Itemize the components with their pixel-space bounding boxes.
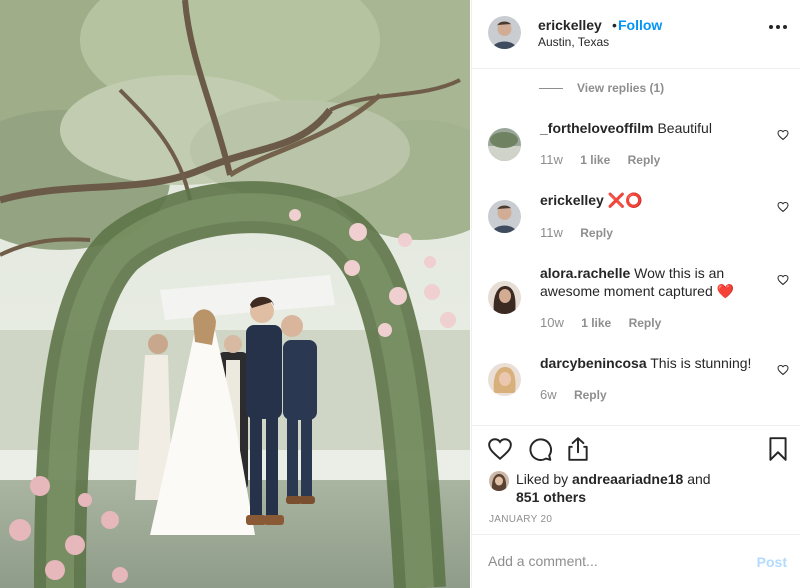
comment-heart-icon[interactable] [777,274,789,286]
reply-button[interactable]: Reply [574,388,607,402]
more-horizontal-icon[interactable] [769,25,787,31]
comment-username[interactable]: alora.rachelle [540,265,630,281]
commenter-avatar[interactable] [488,281,521,314]
comment-heart-icon[interactable] [777,129,789,141]
comment-username[interactable]: erickelley [540,192,604,208]
follow-button[interactable]: Follow [618,17,662,33]
share-icon[interactable] [565,436,591,462]
add-comment-bar: Post [472,534,800,588]
commenter-avatar[interactable] [488,200,521,233]
post-photo[interactable] [0,0,470,588]
commenter-avatar[interactable] [488,363,521,396]
comment-time[interactable]: 6w [540,387,557,402]
comment-icon[interactable] [527,436,553,462]
bookmark-icon[interactable] [765,436,791,462]
liker-username[interactable]: andreaariadne18 [572,471,683,487]
liked-by-prefix: Liked by [516,471,573,487]
wedding-photo [0,0,470,588]
post-comment-button[interactable]: Post [757,554,787,570]
comment-time[interactable]: 10w [540,315,564,330]
comment-heart-icon[interactable] [777,364,789,376]
author-avatar[interactable] [488,16,521,49]
comment-heart-icon[interactable] [777,201,789,213]
post-date[interactable]: JANUARY 20 [489,514,552,525]
comment-likes[interactable]: 1 like [581,316,611,330]
commenter-avatar[interactable] [488,128,521,161]
comment-text: Beautiful [657,120,712,136]
post-header: erickelley • Follow Austin, Texas [472,0,800,69]
comment-time[interactable]: 11w [540,152,563,167]
comment-text: This is stunning! [650,355,752,371]
comment-likes[interactable]: 1 like [580,153,610,167]
liked-by-and: and [683,471,711,487]
post-location[interactable]: Austin, Texas [538,35,609,49]
reply-button[interactable]: Reply [628,153,661,167]
comment-username[interactable]: _fortheloveoffilm [540,120,654,136]
heart-icon[interactable] [487,436,513,462]
author-username[interactable]: erickelley [538,17,602,33]
add-comment-input[interactable] [488,551,728,571]
comment-time[interactable]: 11w [540,225,563,240]
header-separator: • [612,17,617,33]
replies-divider-line [539,88,563,89]
view-replies-label: View replies (1) [577,81,665,95]
liker-avatar[interactable] [489,471,509,491]
comment-username[interactable]: darcybenincosa [540,355,647,371]
comment-text: ❌⭕ [607,192,643,208]
reply-button[interactable]: Reply [629,316,662,330]
post-side-panel: erickelley • Follow Austin, Texas View r… [471,0,800,588]
reply-button[interactable]: Reply [580,226,613,240]
likes-others-count[interactable]: 851 others [516,489,586,505]
